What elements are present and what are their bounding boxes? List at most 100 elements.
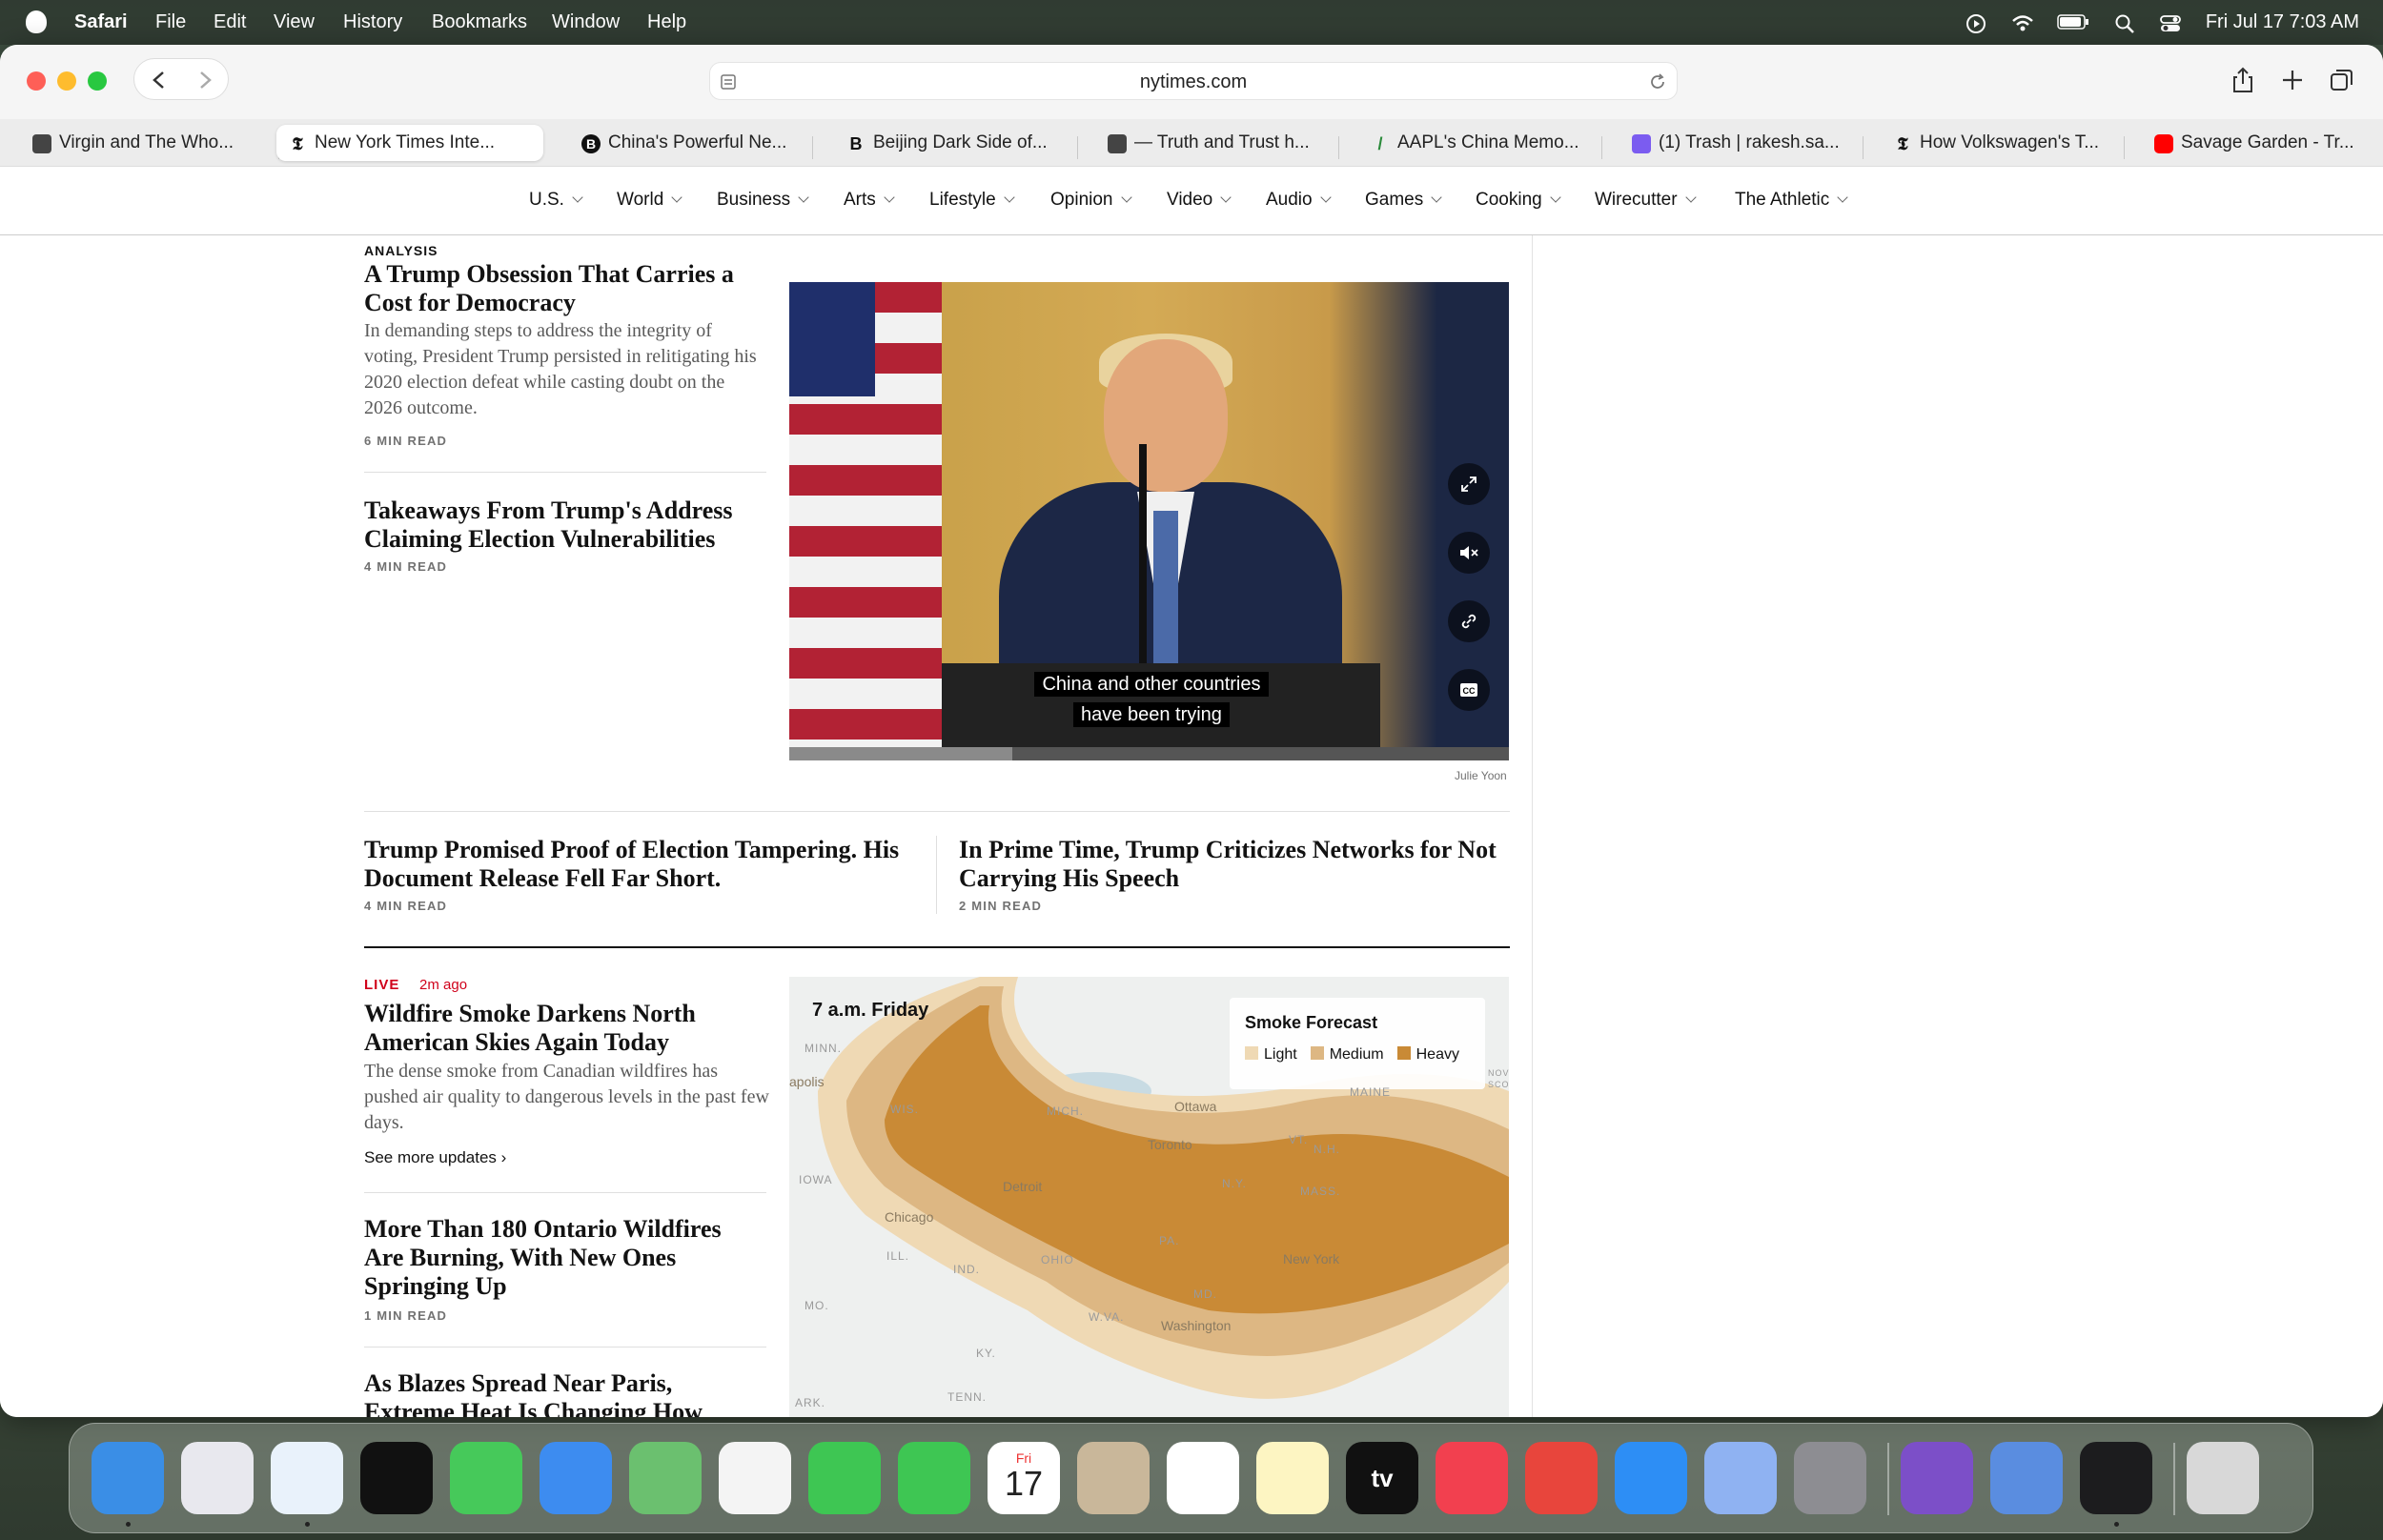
notes-icon[interactable]: [1256, 1442, 1329, 1514]
new-tab-icon[interactable]: [2278, 66, 2307, 94]
github-icon[interactable]: [1901, 1442, 1973, 1514]
story-headline[interactable]: A Trump Obsession That Carries a Cost fo…: [364, 260, 764, 317]
menu-edit[interactable]: Edit: [214, 11, 246, 33]
menu-help[interactable]: Help: [647, 11, 686, 33]
maps-icon[interactable]: [629, 1442, 702, 1514]
contacts-icon[interactable]: [1077, 1442, 1150, 1514]
menu-window[interactable]: Window: [552, 11, 620, 33]
menu-bookmarks[interactable]: Bookmarks: [432, 11, 527, 33]
photos-icon[interactable]: [719, 1442, 791, 1514]
story-headline[interactable]: Trump Promised Proof of Election Tamperi…: [364, 836, 917, 893]
minimize-window-button[interactable]: [57, 71, 76, 91]
wave-icon[interactable]: [360, 1442, 433, 1514]
nav-business[interactable]: Business: [717, 190, 809, 211]
menu-history[interactable]: History: [343, 11, 402, 33]
rocket-icon[interactable]: [1525, 1442, 1598, 1514]
nav-lifestyle[interactable]: Lifestyle: [929, 190, 1015, 211]
safari-window: nytimes.com Virgin and The Who... 𝕿 New Y…: [0, 45, 2383, 1417]
nav-cooking[interactable]: Cooking: [1476, 190, 1561, 211]
chevron-down-icon: [1220, 192, 1232, 203]
divider: [364, 472, 766, 473]
back-icon[interactable]: [150, 70, 169, 91]
safari-icon[interactable]: [271, 1442, 343, 1514]
smoke-forecast-map[interactable]: Smoke Forecast Light Medium Heavy 7 a.m.…: [789, 977, 1509, 1417]
tab-4[interactable]: B Beijing Dark Side of...: [835, 125, 1073, 161]
story-headline[interactable]: Wildfire Smoke Darkens North American Sk…: [364, 1000, 764, 1057]
live-badge: LIVE: [364, 977, 400, 993]
launchpad-icon[interactable]: [181, 1442, 254, 1514]
battery-icon[interactable]: [2057, 13, 2089, 32]
menu-file[interactable]: File: [155, 11, 186, 33]
address-bar[interactable]: nytimes.com: [709, 62, 1678, 100]
map-label: IND.: [953, 1263, 980, 1276]
trash-icon[interactable]: [2187, 1442, 2259, 1514]
mail-icon[interactable]: [540, 1442, 612, 1514]
video-progress-bar[interactable]: [789, 747, 1509, 760]
search-icon[interactable]: [2114, 13, 2135, 33]
video-player[interactable]: China and other countries have been tryi…: [789, 282, 1509, 747]
play-circle-icon[interactable]: [1965, 13, 1986, 33]
menu-view[interactable]: View: [274, 11, 315, 33]
mute-icon[interactable]: [1448, 532, 1490, 574]
story-headline[interactable]: Takeaways From Trump's Address Claiming …: [364, 496, 764, 554]
nav-audio[interactable]: Audio: [1266, 190, 1332, 211]
tab-8[interactable]: 𝕿 How Volkswagen's T...: [1882, 125, 2120, 161]
music-icon[interactable]: [1436, 1442, 1508, 1514]
wifi-icon[interactable]: [2011, 13, 2033, 32]
link-icon[interactable]: [1448, 600, 1490, 642]
svg-text:CC: CC: [1463, 686, 1476, 696]
tv-icon[interactable]: tv: [1346, 1442, 1418, 1514]
tab-3[interactable]: B China's Powerful Ne...: [570, 125, 808, 161]
tab-2[interactable]: 𝕿 New York Times Inte...: [276, 125, 543, 161]
nav-us[interactable]: U.S.: [529, 190, 583, 211]
grid-icon[interactable]: [2080, 1442, 2152, 1514]
finder-icon[interactable]: [92, 1442, 164, 1514]
nav-the-athletic[interactable]: The Athletic: [1735, 190, 1848, 211]
tab-7[interactable]: (1) Trash | rakesh.sa...: [1620, 125, 1859, 161]
see-more-updates-link[interactable]: See more updates ›: [364, 1148, 506, 1167]
calendar-icon[interactable]: Fri 17: [988, 1442, 1060, 1514]
tab-9[interactable]: Savage Garden - Tr...: [2143, 125, 2372, 161]
story-summary[interactable]: In demanding steps to address the integr…: [364, 318, 764, 421]
menu-app-name[interactable]: Safari: [74, 11, 128, 33]
tab-1[interactable]: Virgin and The Who...: [21, 125, 274, 161]
reminders-icon[interactable]: [1167, 1442, 1239, 1514]
chevron-down-icon: [1319, 192, 1332, 203]
story-headline[interactable]: More Than 180 Ontario Wildfires Are Burn…: [364, 1215, 764, 1301]
apple-logo-icon[interactable]: [26, 10, 47, 33]
reload-icon[interactable]: [1648, 72, 1667, 91]
chevron-down-icon: [671, 192, 682, 203]
cc-icon[interactable]: CC: [1448, 669, 1490, 711]
microphone-image: [1139, 444, 1147, 673]
tab-6[interactable]: / AAPL's China Memo...: [1359, 125, 1598, 161]
share-icon[interactable]: [2229, 66, 2257, 94]
settings-icon[interactable]: [1794, 1442, 1866, 1514]
zoom-window-button[interactable]: [88, 71, 107, 91]
reader-icon[interactable]: [720, 72, 739, 91]
expand-icon[interactable]: [1448, 463, 1490, 505]
simulator-icon[interactable]: [1704, 1442, 1777, 1514]
b-icon: B: [849, 134, 863, 153]
nav-games[interactable]: Games: [1365, 190, 1442, 211]
menu-clock[interactable]: Fri Jul 17 7:03 AM: [2206, 11, 2359, 33]
nav-arts[interactable]: Arts: [844, 190, 895, 211]
tab-overview-icon[interactable]: [2328, 66, 2356, 94]
messages-icon[interactable]: [450, 1442, 522, 1514]
close-window-button[interactable]: [27, 71, 46, 91]
control-center-icon[interactable]: [2159, 13, 2181, 32]
forward-icon[interactable]: [195, 70, 214, 91]
nav-video[interactable]: Video: [1167, 190, 1232, 211]
jar-icon[interactable]: [1990, 1442, 2063, 1514]
story-headline[interactable]: In Prime Time, Trump Criticizes Networks…: [959, 836, 1512, 893]
phone-icon[interactable]: [898, 1442, 970, 1514]
tab-5[interactable]: — Truth and Trust h...: [1096, 125, 1334, 161]
story-headline[interactable]: As Blazes Spread Near Paris, Extreme Hea…: [364, 1369, 764, 1417]
nav-world[interactable]: World: [617, 190, 682, 211]
story-summary[interactable]: The dense smoke from Canadian wildfires …: [364, 1059, 774, 1136]
nav-opinion[interactable]: Opinion: [1050, 190, 1132, 211]
appstore-icon[interactable]: [1615, 1442, 1687, 1514]
facetime-icon[interactable]: [808, 1442, 881, 1514]
nav-wirecutter[interactable]: Wirecutter: [1595, 190, 1697, 211]
chevron-down-icon: [1431, 192, 1442, 203]
divider: [936, 836, 937, 914]
